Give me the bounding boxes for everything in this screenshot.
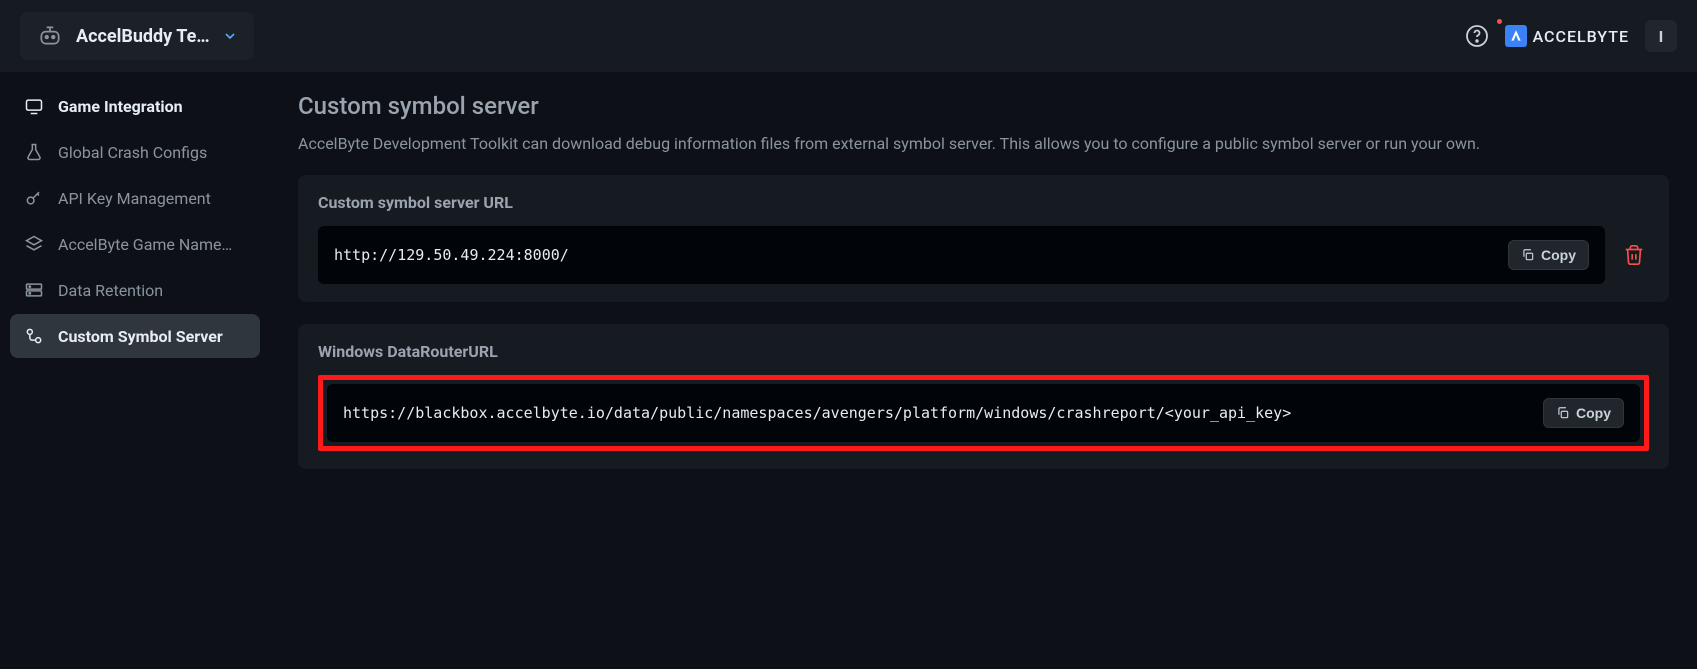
copy-button[interactable]: Copy [1508,240,1589,270]
highlight-annotation: https://blackbox.accelbyte.io/data/publi… [318,375,1649,451]
topbar: AccelBuddy Te… ACCELBYTE I [0,0,1697,72]
sidebar-item-accelbyte-game-name[interactable]: AccelByte Game Name… [10,222,260,266]
custom-symbol-url-card: Custom symbol server URL http://129.50.4… [298,175,1669,302]
copy-label: Copy [1541,247,1576,263]
sidebar-item-label: Custom Symbol Server [58,327,223,346]
app-switcher[interactable]: AccelBuddy Te… [20,12,254,60]
url-box: http://129.50.49.224:8000/ Copy [318,226,1605,284]
sidebar-item-api-key-management[interactable]: API Key Management [10,176,260,220]
sidebar-item-global-crash-configs[interactable]: Global Crash Configs [10,130,260,174]
copy-icon [1521,248,1535,262]
brand-text: ACCELBYTE [1533,27,1629,46]
sidebar-item-label: Game Integration [58,97,183,116]
sidebar-item-label: Data Retention [58,281,163,300]
monitor-icon [24,96,44,116]
page-description: AccelByte Development Toolkit can downlo… [298,134,1669,153]
app-title: AccelBuddy Te… [76,26,210,47]
windows-datarouter-card: Windows DataRouterURL https://blackbox.a… [298,324,1669,469]
sidebar-item-label: Global Crash Configs [58,143,207,162]
copy-label: Copy [1576,405,1611,421]
card-label: Custom symbol server URL [318,193,1649,212]
sidebar-item-custom-symbol-server[interactable]: Custom Symbol Server [10,314,260,358]
sidebar-item-data-retention[interactable]: Data Retention [10,268,260,312]
brand-logo-icon [1505,25,1527,47]
sidebar-item-game-integration[interactable]: Game Integration [10,84,260,128]
card-label: Windows DataRouterURL [318,342,1649,361]
robot-icon [36,22,64,50]
delete-button[interactable] [1619,240,1649,270]
brand[interactable]: ACCELBYTE [1505,25,1629,47]
key-icon [24,188,44,208]
page-title: Custom symbol server [298,92,1669,120]
layers-icon [24,234,44,254]
user-menu-button[interactable]: I [1645,20,1677,52]
sidebar-item-label: API Key Management [58,189,211,208]
symbol-icon [24,326,44,346]
sidebar: Game Integration Global Crash Configs AP… [0,72,270,669]
topbar-right: ACCELBYTE I [1465,20,1677,52]
url-text: http://129.50.49.224:8000/ [334,246,569,264]
server-icon [24,280,44,300]
sidebar-item-label: AccelByte Game Name… [58,235,232,254]
copy-button[interactable]: Copy [1543,398,1624,428]
url-box: https://blackbox.accelbyte.io/data/publi… [327,384,1640,442]
url-text: https://blackbox.accelbyte.io/data/publi… [343,404,1291,422]
main-content: Custom symbol server AccelByte Developme… [270,72,1697,669]
chevron-down-icon [222,28,238,44]
copy-icon [1556,406,1570,420]
flask-icon [24,142,44,162]
help-icon[interactable] [1465,24,1489,48]
notification-dot-icon [1497,19,1502,24]
